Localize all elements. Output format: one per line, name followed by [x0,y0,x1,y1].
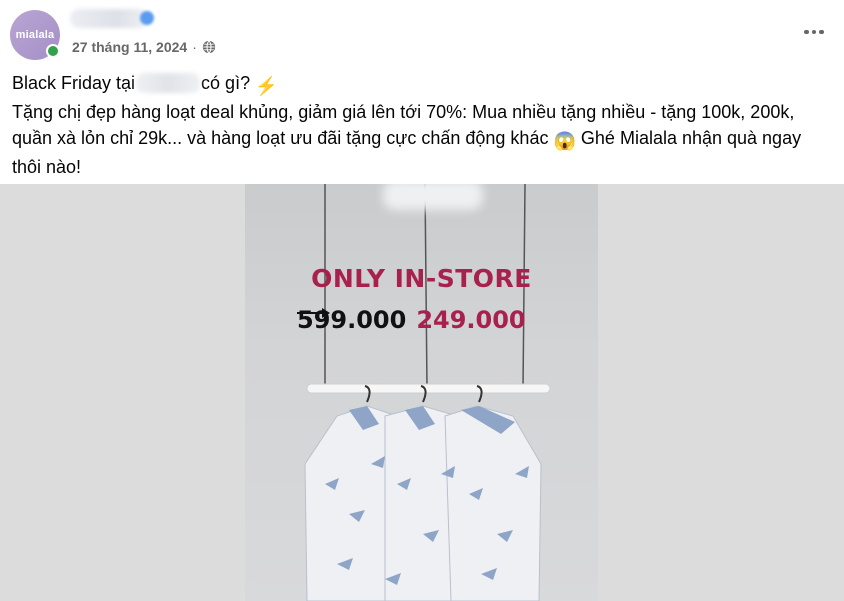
verified-badge-icon [140,11,154,25]
post-date[interactable]: 27 tháng 11, 2024 [72,39,187,55]
facebook-post: mialala 27 tháng 11, 2024 · Black Friday… [0,0,844,601]
post-text-body: Tặng chị đẹp hàng loạt deal khủng, giảm … [12,102,802,177]
post-photo[interactable]: ONLY IN-STORE 599.000 249.000 [245,184,598,601]
meta-separator: · [192,39,197,55]
brand-logo-blurred [383,184,483,210]
avatar-logo-text: mialala [15,29,55,41]
screaming-face-emoji-icon: 😱 [553,131,576,151]
globe-icon[interactable] [202,40,216,54]
post-header: mialala 27 tháng 11, 2024 · [0,0,844,66]
post-text-line-1: Black Friday tại có gì? ⚡ [12,70,834,99]
blurred-page-name [136,73,201,93]
clothing-rack-illustration [304,184,551,601]
more-options-button[interactable] [798,18,830,46]
price-row: 599.000 249.000 [297,306,526,334]
online-status-dot [46,44,60,58]
page-name-blurred[interactable] [70,9,148,28]
more-horizontal-icon [804,29,809,35]
new-price: 249.000 [416,306,526,334]
post-text: Black Friday tại có gì? ⚡ Tặng chị đẹp hà… [12,70,834,180]
arrow-right-icon [297,308,330,318]
promo-title: ONLY IN-STORE [311,264,532,293]
lightning-emoji-icon: ⚡ [255,76,278,96]
post-media[interactable]: ONLY IN-STORE 599.000 249.000 [0,184,844,601]
post-meta: 27 tháng 11, 2024 · [72,39,216,55]
